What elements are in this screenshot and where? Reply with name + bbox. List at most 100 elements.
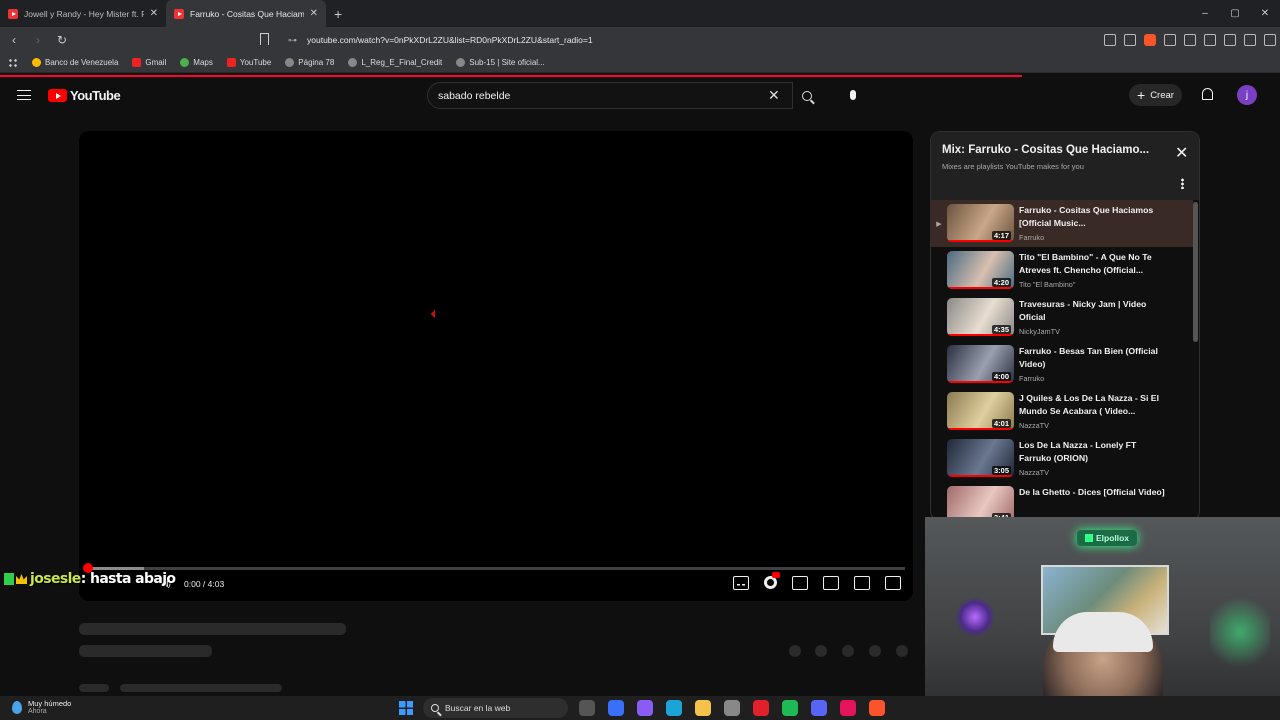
progress-bar[interactable] xyxy=(87,567,905,570)
subtitles-icon[interactable] xyxy=(733,576,749,590)
bookmark-item[interactable]: Sub-15 | Site oficial... xyxy=(456,58,545,67)
weather-widget[interactable]: Muy húmedo Ahora xyxy=(12,699,71,715)
brave-icon[interactable] xyxy=(869,700,885,716)
copilot-icon[interactable] xyxy=(637,700,653,716)
video-thumbnail[interactable]: 4:35 xyxy=(947,298,1014,336)
chrome-icon[interactable] xyxy=(724,700,740,716)
video-title[interactable]: Farruko - Besas Tan Bien (Official Video… xyxy=(1019,345,1169,371)
browser-tab-active[interactable]: Farruko - Cositas Que Haciamos ✕ xyxy=(166,0,326,27)
reload-icon[interactable]: ↻ xyxy=(52,33,72,47)
bookmark-item[interactable]: YouTube xyxy=(226,58,271,67)
playlist-item[interactable]: 4:35 Travesuras - Nicky Jam | Video Ofici… xyxy=(931,294,1193,341)
playlist-item[interactable]: 4:20 Tito "El Bambino" - A Que No Te Atre… xyxy=(931,247,1193,294)
channel-name[interactable]: NazzaTV xyxy=(1019,421,1169,430)
playlist-scrollbar[interactable] xyxy=(1193,202,1198,342)
video-title[interactable]: J Quiles & Los De La Nazza - Si El Mundo… xyxy=(1019,392,1169,418)
new-tab-icon[interactable]: + xyxy=(334,6,342,22)
media-icon[interactable] xyxy=(1184,34,1196,46)
screen-cast-icon[interactable] xyxy=(1104,34,1116,46)
video-title[interactable]: Tito "El Bambino" - A Que No Te Atreves … xyxy=(1019,251,1169,277)
settings-gear-icon[interactable] xyxy=(764,572,780,589)
maximize-button[interactable]: ▢ xyxy=(1220,0,1250,27)
playlist-header: Mix: Farruko - Cositas Que Haciamo... Mi… xyxy=(931,132,1199,200)
taskbar-search[interactable]: Buscar en la web xyxy=(423,698,568,718)
playlist-item[interactable]: 4:00 Farruko - Besas Tan Bien (Official V… xyxy=(931,341,1193,388)
menu-hamburger-icon[interactable] xyxy=(17,90,31,100)
theater-mode-icon[interactable] xyxy=(823,576,839,590)
video-info: Tito "El Bambino" - A Que No Te Atreves … xyxy=(1019,251,1169,289)
url-bar[interactable]: ⊶ youtube.com/watch?v=0nPkXDrL2ZU&list=R… xyxy=(278,30,1008,50)
windows-start-icon[interactable] xyxy=(399,701,413,715)
tiktok-icon[interactable] xyxy=(840,700,856,716)
playlist-item[interactable]: 4:01 J Quiles & Los De La Nazza - Si El M… xyxy=(931,388,1193,435)
vpn-icon[interactable] xyxy=(1244,34,1256,46)
channel-name[interactable]: Tito "El Bambino" xyxy=(1019,280,1169,289)
video-title[interactable]: De la Ghetto - Dices [Official Video] xyxy=(1019,486,1169,499)
clear-search-icon[interactable]: ✕ xyxy=(768,87,780,104)
brave-shields-icon[interactable] xyxy=(1144,34,1156,46)
wallet-icon[interactable] xyxy=(1224,34,1236,46)
search-input[interactable]: sabado rebelde xyxy=(427,82,793,109)
voice-search-button[interactable] xyxy=(840,82,866,108)
bookmark-page-icon[interactable] xyxy=(260,33,269,45)
bookmark-item[interactable]: Gmail xyxy=(132,58,166,67)
search-button[interactable] xyxy=(788,82,826,109)
create-button[interactable]: + Crear xyxy=(1129,84,1182,106)
discord-icon[interactable] xyxy=(811,700,827,716)
back-icon[interactable]: ‹ xyxy=(4,33,24,47)
action-skeleton xyxy=(789,645,801,657)
forward-icon[interactable]: › xyxy=(28,33,48,47)
miniplayer-icon[interactable] xyxy=(792,576,808,590)
playlist-title[interactable]: Mix: Farruko - Cositas Que Haciamo... xyxy=(942,144,1177,156)
video-title[interactable]: Travesuras - Nicky Jam | Video Oficial xyxy=(1019,298,1169,324)
chat-text: : hasta abajo xyxy=(80,571,176,587)
sidebar-icon[interactable] xyxy=(1204,34,1216,46)
menu-icon[interactable] xyxy=(1264,34,1276,46)
youtube-logo[interactable]: YouTube xyxy=(48,88,121,103)
playlist-item[interactable]: 3:05 Los De La Nazza - Lonely FT Farruko … xyxy=(931,435,1193,482)
close-playlist-icon[interactable]: ✕ xyxy=(1175,146,1188,162)
streamer-webcam: Elpollox xyxy=(925,517,1280,720)
close-tab-icon[interactable]: ✕ xyxy=(150,8,158,19)
bookmark-item[interactable]: Banco de Venezuela xyxy=(32,58,118,67)
url-text: youtube.com/watch?v=0nPkXDrL2ZU&list=RD0… xyxy=(307,35,593,45)
edge-icon[interactable] xyxy=(666,700,682,716)
task-view-icon[interactable] xyxy=(579,700,595,716)
close-window-button[interactable]: ✕ xyxy=(1250,0,1280,27)
avatar[interactable]: j xyxy=(1237,85,1257,105)
store-icon[interactable] xyxy=(608,700,624,716)
bookmark-item[interactable]: Maps xyxy=(180,58,213,67)
video-thumbnail[interactable]: 4:01 xyxy=(947,392,1014,430)
playlist-item[interactable]: 3:41 De la Ghetto - Dices [Official Video… xyxy=(931,482,1193,520)
notifications-bell-icon[interactable] xyxy=(1202,88,1213,100)
files-icon[interactable] xyxy=(695,700,711,716)
browser-tab[interactable]: Jowell y Randy - Hey Mister ft. Falo, Y … xyxy=(0,0,166,27)
channel-name[interactable]: Farruko xyxy=(1019,233,1169,242)
spotify-icon[interactable] xyxy=(782,700,798,716)
site-info-icon[interactable]: ⊶ xyxy=(288,35,297,46)
video-title[interactable]: Los De La Nazza - Lonely FT Farruko (ORI… xyxy=(1019,439,1169,465)
channel-name[interactable]: NickyJamTV xyxy=(1019,327,1169,336)
bookmark-item[interactable]: Página 78 xyxy=(285,58,334,67)
playlist-item[interactable]: ▶ 4:17 Farruko - Cositas Que Haciamos [Off… xyxy=(931,200,1193,247)
video-player[interactable]: ◀) 0:00 / 4:03 xyxy=(79,131,913,601)
opera-icon[interactable] xyxy=(753,700,769,716)
minimize-button[interactable]: – xyxy=(1190,0,1220,27)
video-title[interactable]: Farruko - Cositas Que Haciamos [Official… xyxy=(1019,204,1169,230)
video-thumbnail[interactable]: 3:05 xyxy=(947,439,1014,477)
channel-name[interactable]: Farruko xyxy=(1019,374,1169,383)
video-thumbnail[interactable]: 3:41 xyxy=(947,486,1014,520)
fullscreen-icon[interactable] xyxy=(885,576,901,590)
apps-grid-icon[interactable] xyxy=(8,57,18,68)
share-icon[interactable] xyxy=(1124,34,1136,46)
video-thumbnail[interactable]: 4:00 xyxy=(947,345,1014,383)
video-thumbnail[interactable]: 4:17 xyxy=(947,204,1014,242)
bookmark-item[interactable]: L_Reg_E_Final_Credit xyxy=(348,58,442,67)
video-duration: 4:17 xyxy=(991,231,1011,240)
close-tab-icon[interactable]: ✕ xyxy=(310,8,318,19)
cast-icon[interactable] xyxy=(854,576,870,590)
more-options-icon[interactable] xyxy=(1181,178,1184,189)
extension-icon[interactable] xyxy=(1164,34,1176,46)
channel-name[interactable]: NazzaTV xyxy=(1019,468,1169,477)
video-thumbnail[interactable]: 4:20 xyxy=(947,251,1014,289)
